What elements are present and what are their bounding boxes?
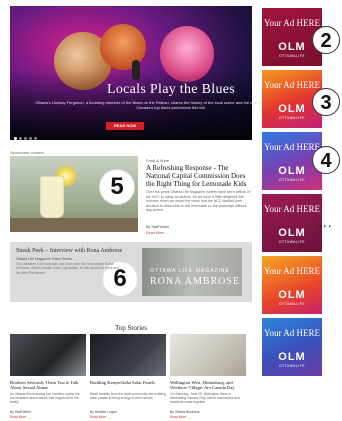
table-image bbox=[10, 218, 138, 232]
ad-banner[interactable]: Your Ad HERE OLM OTTAWALIFE bbox=[262, 256, 322, 314]
glass-image bbox=[40, 176, 64, 218]
annotation-badge: 3 bbox=[312, 88, 340, 116]
video-guest-name: RONA AMBROSE bbox=[150, 276, 241, 287]
ad-text: Your Ad HERE bbox=[263, 18, 321, 28]
video-description: Our publisher Dan Donovan sits down with… bbox=[16, 262, 120, 275]
story-image[interactable] bbox=[90, 334, 166, 376]
olm-logo: OLM bbox=[278, 289, 306, 301]
ad-banner[interactable]: Your Ad HERE OLM OTTAWALIFE bbox=[262, 318, 322, 376]
story-author: By Heather Logan bbox=[90, 410, 117, 414]
video-title[interactable]: Sneak Peek – Interview with Rona Ambrose bbox=[16, 248, 122, 254]
story-author: By Ottawa Business bbox=[170, 410, 200, 414]
slider-dot[interactable] bbox=[29, 137, 32, 140]
slider-dot[interactable] bbox=[34, 137, 37, 140]
hero-slider[interactable] bbox=[10, 6, 252, 140]
story-title[interactable]: Brothers Seriously Them You to Talk Abou… bbox=[10, 380, 86, 391]
read-more-link[interactable]: Read More → bbox=[10, 415, 86, 419]
slider-dot[interactable] bbox=[19, 137, 22, 140]
story-title[interactable]: Building Kanyen'keha Solar Panels bbox=[90, 380, 166, 385]
ad-brand: OTTAWALIFE bbox=[278, 116, 306, 120]
article-title[interactable]: A Refreshing Response - The National Cap… bbox=[146, 164, 252, 188]
top-stories-heading: Top Stories bbox=[115, 324, 147, 332]
article-excerpt: Over the years Ottawa Life Magazine writ… bbox=[146, 190, 250, 213]
olm-logo: OLM bbox=[278, 165, 306, 177]
ad-brand: OTTAWALIFE bbox=[278, 364, 306, 368]
slider-dot[interactable] bbox=[14, 137, 17, 140]
story-excerpt: Black families from the local community … bbox=[90, 392, 166, 401]
annotation-badge: 5 bbox=[100, 170, 134, 204]
story-excerpt: On Saturday, June 29, Wellington West is… bbox=[170, 392, 240, 405]
video-series-label: Ottawa Life Magazine Video Series bbox=[16, 257, 73, 261]
annotation-badge: 4 bbox=[312, 146, 340, 174]
ad-text: Your Ad HERE bbox=[263, 142, 321, 152]
story-excerpt: An Ottawa film featuring two brothers op… bbox=[10, 392, 80, 405]
ad-text: Your Ad HERE bbox=[263, 204, 321, 214]
ad-text: Your Ad HERE bbox=[263, 266, 321, 276]
ad-brand: OTTAWALIFE bbox=[278, 178, 306, 182]
video-brand-text: OTTAWA LIFE MAGAZINE bbox=[150, 268, 230, 274]
story-image[interactable] bbox=[170, 334, 246, 376]
ad-banner[interactable]: Your Ad HERE OLM OTTAWALIFE bbox=[262, 194, 322, 252]
story-image[interactable] bbox=[10, 334, 86, 376]
slider-dot[interactable] bbox=[24, 137, 27, 140]
more-ads-indicator: ... bbox=[318, 214, 333, 230]
read-more-link[interactable]: Read More → bbox=[90, 415, 166, 419]
ad-brand: OTTAWALIFE bbox=[278, 54, 306, 58]
annotation-badge: 2 bbox=[312, 26, 340, 54]
read-now-button[interactable]: READ NOW bbox=[106, 122, 144, 130]
ad-brand: OTTAWALIFE bbox=[278, 302, 306, 306]
article-author: By Staff Writer bbox=[146, 225, 170, 229]
ad-text: Your Ad HERE bbox=[263, 80, 321, 90]
story-author: By Staff Writer bbox=[10, 410, 32, 414]
olm-logo: OLM bbox=[278, 351, 306, 363]
read-more-link[interactable]: Read More → bbox=[170, 415, 246, 419]
ad-text: Your Ad HERE bbox=[263, 328, 321, 338]
ad-brand: OTTAWALIFE bbox=[278, 240, 306, 244]
section-label: Sponsored content bbox=[10, 150, 44, 155]
article-category[interactable]: Food & Wine bbox=[146, 158, 169, 163]
story-title[interactable]: Wellington West, Hintonburg, and Westbor… bbox=[170, 380, 246, 391]
read-more-link[interactable]: Read More → bbox=[146, 231, 168, 235]
olm-logo: OLM bbox=[278, 227, 306, 239]
slider-dots[interactable] bbox=[14, 127, 39, 145]
